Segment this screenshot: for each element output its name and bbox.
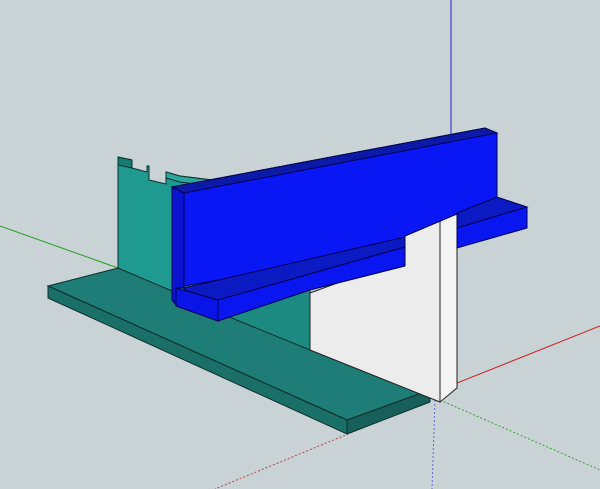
y-axis-negative — [439, 399, 600, 471]
blue-fence-left-end — [171, 186, 185, 307]
x-axis-positive — [451, 325, 600, 386]
z-axis-negative — [431, 399, 436, 489]
3d-model-canvas[interactable] — [0, 0, 600, 489]
sketchup-viewport[interactable] — [0, 0, 600, 489]
y-axis-positive — [0, 225, 119, 269]
white-block-right-face — [439, 213, 458, 404]
